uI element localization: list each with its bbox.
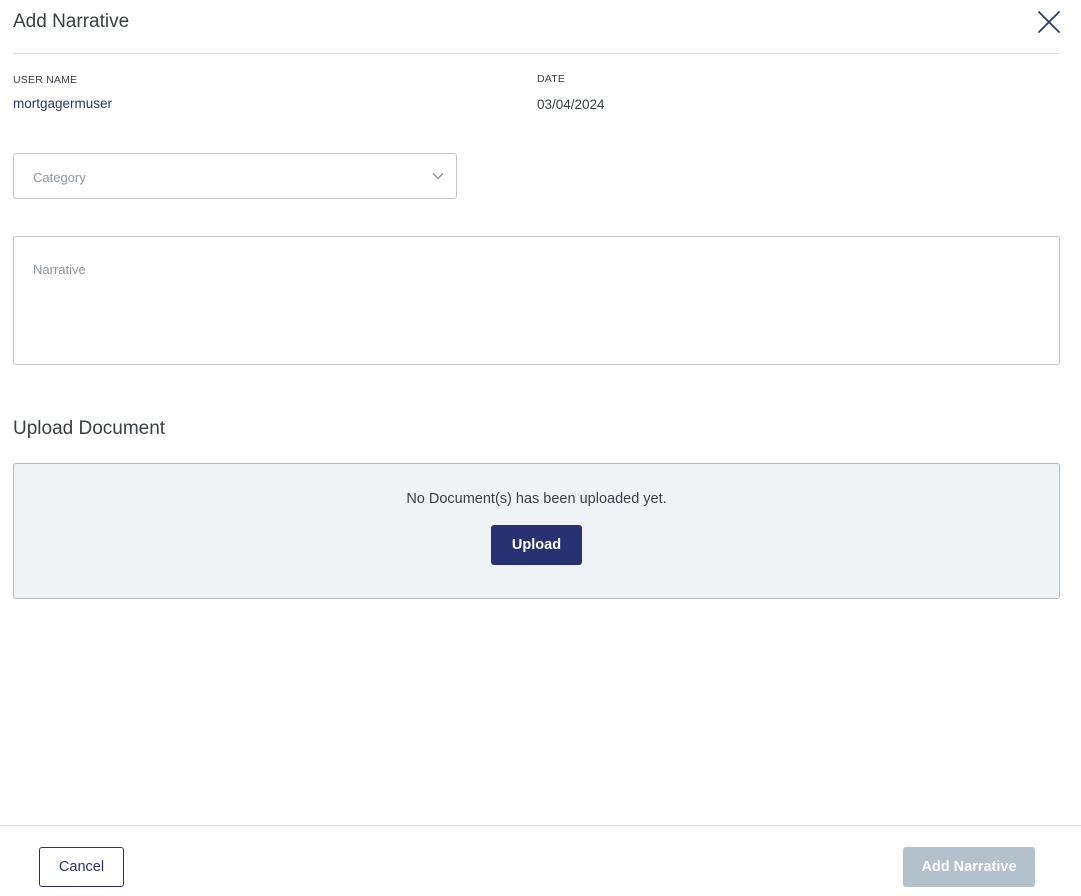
upload-panel: No Document(s) has been uploaded yet. Up… [13,463,1060,599]
category-placeholder: Category [33,170,86,185]
narrative-field[interactable] [13,236,1060,365]
narrative-textarea[interactable] [14,237,1059,364]
upload-button[interactable]: Upload [491,525,582,565]
close-icon [1038,11,1060,33]
date-label: DATE [537,73,566,85]
upload-section-title: Upload Document [13,418,166,439]
add-narrative-dialog: Add Narrative USER NAME mortgagermuser D… [0,0,1081,895]
chevron-down-icon [432,173,444,180]
dialog-header: Add Narrative [13,0,1060,54]
close-button[interactable] [1038,11,1060,33]
date-value: 03/04/2024 [537,97,605,112]
cancel-button[interactable]: Cancel [39,847,124,887]
user-name-label: USER NAME [13,74,78,86]
add-narrative-button[interactable]: Add Narrative [903,847,1035,887]
dialog-title: Add Narrative [13,11,130,32]
dialog-footer: Cancel Add Narrative [0,825,1081,896]
category-select[interactable]: Category [13,153,457,199]
user-name-value: mortgagermuser [13,96,113,111]
upload-empty-message: No Document(s) has been uploaded yet. [406,491,667,507]
